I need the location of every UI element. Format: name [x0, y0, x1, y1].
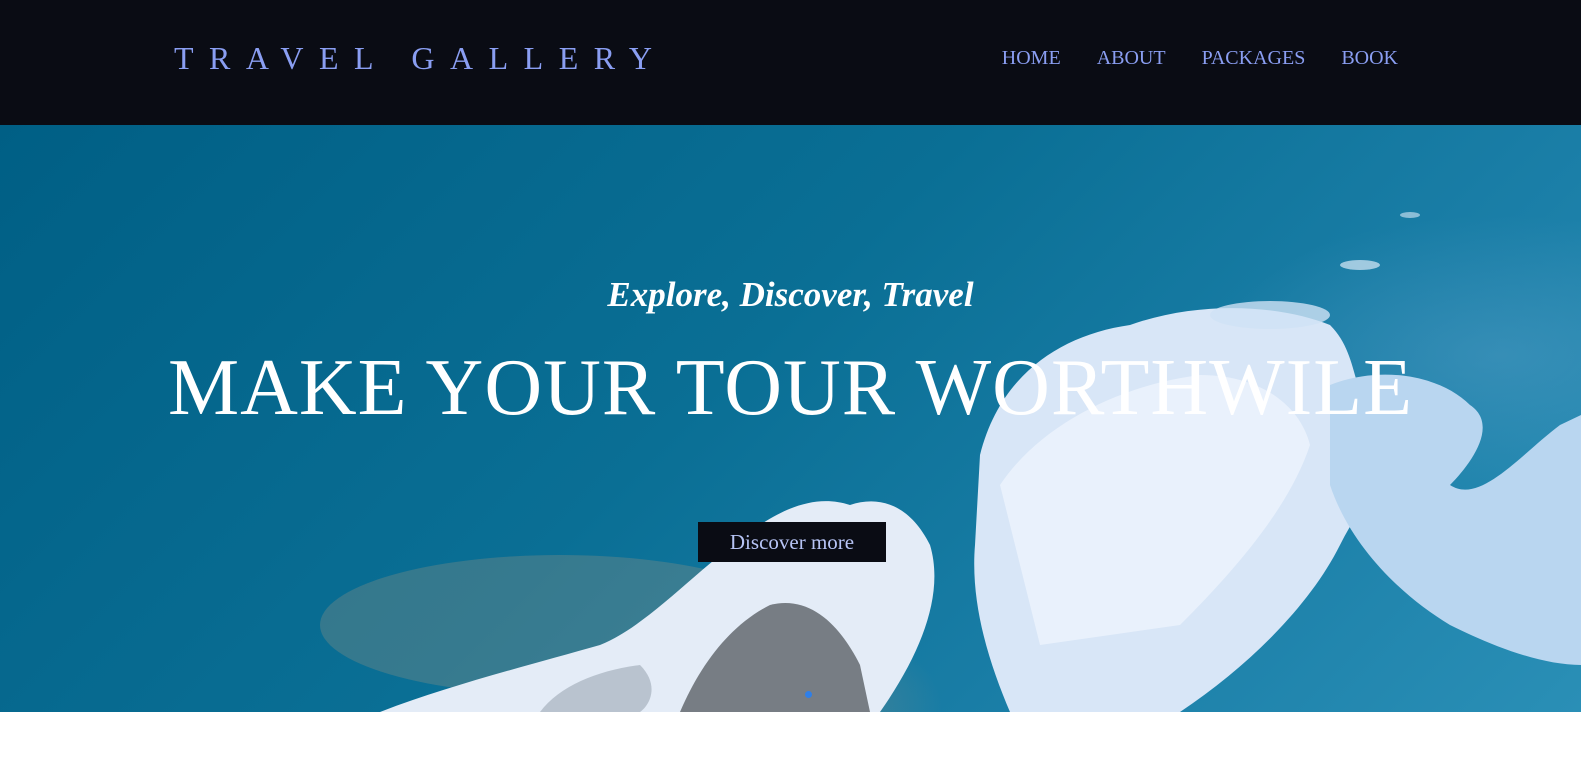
discover-more-button[interactable]: Discover more [698, 522, 886, 562]
navbar: TRAVEL GALLERY HOME ABOUT PACKAGES BOOK [0, 0, 1581, 125]
nav-menu: HOME ABOUT PACKAGES BOOK [1002, 47, 1398, 70]
nav-link-about[interactable]: ABOUT [1097, 47, 1166, 70]
hero-banner: Explore, Discover, Travel MAKE YOUR TOUR… [0, 125, 1581, 712]
nav-link-home[interactable]: HOME [1002, 47, 1061, 70]
hero-headline: MAKE YOUR TOUR WORTHWILE [167, 344, 1414, 432]
nav-link-packages[interactable]: PACKAGES [1202, 47, 1306, 70]
carousel-indicator[interactable] [805, 691, 812, 698]
nav-link-book[interactable]: BOOK [1341, 47, 1398, 70]
brand-logo[interactable]: TRAVEL GALLERY [174, 40, 667, 77]
hero-tagline: Explore, Discover, Travel [607, 275, 974, 314]
